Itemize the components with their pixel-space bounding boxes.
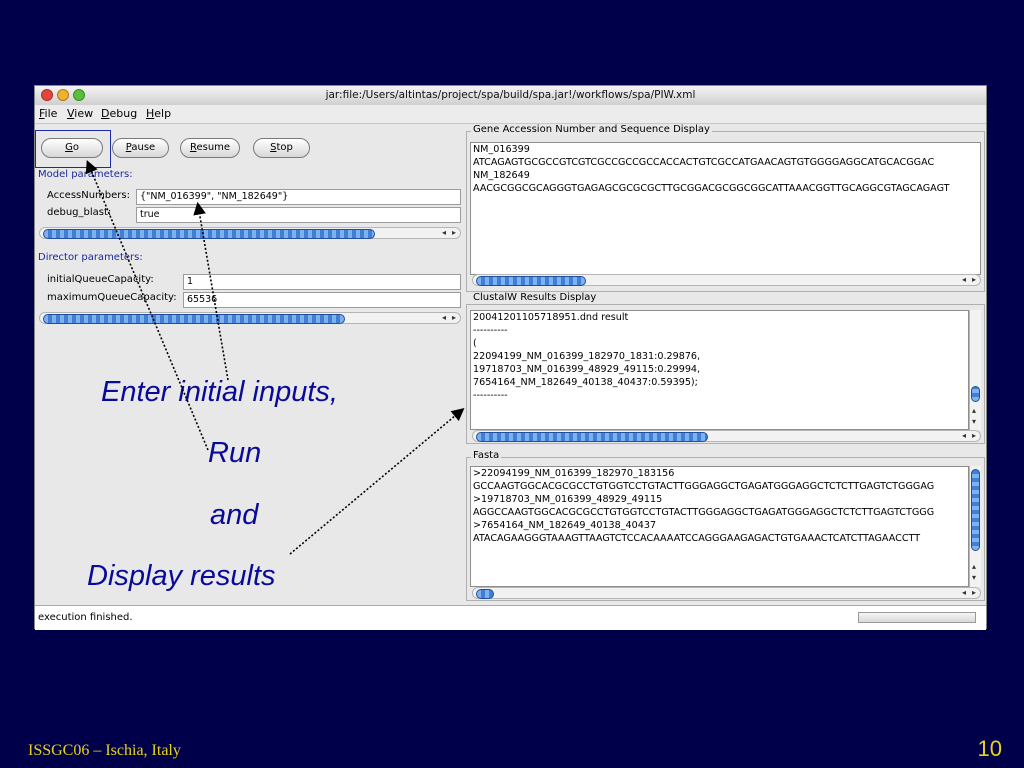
slide-number: 10: [977, 736, 1002, 761]
arrow-to-results: [289, 407, 465, 555]
annotation-arrows: [85, 160, 465, 555]
footer-event-label: ISSGC06 – Ischia, Italy: [28, 742, 181, 759]
arrow-to-go-button: [85, 160, 209, 451]
arrow-to-access-numbers: [193, 201, 229, 381]
